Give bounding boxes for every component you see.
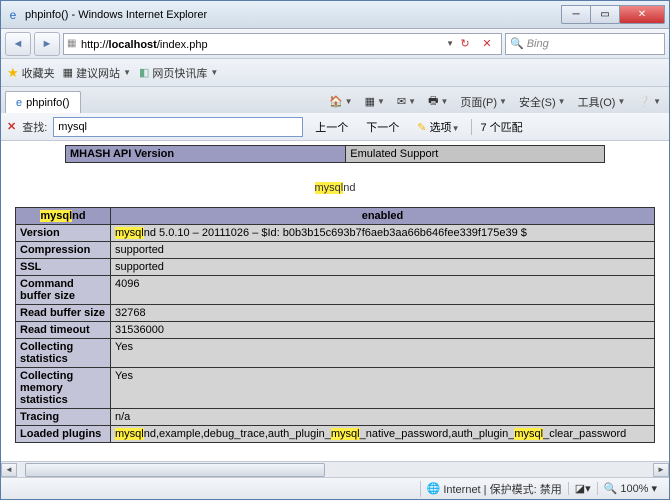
tab-label: phpinfo() [26,97,69,109]
maximize-button[interactable]: ▭ [590,5,620,24]
row-key: Read buffer size [16,305,111,322]
forward-button[interactable]: ► [34,32,60,56]
zoom-level[interactable]: 🔍 100% ▾ [597,482,663,495]
close-button[interactable]: ✕ [619,5,665,24]
row-val: 32768 [111,305,655,322]
suggested-sites[interactable]: ▦建议网站▼ [63,65,131,81]
safety-menu[interactable]: 安全(S)▼ [515,92,570,112]
row-val: supported [111,242,655,259]
protected-mode-icon[interactable]: ◪▾ [568,482,597,495]
find-matches: 7 个匹配 [471,119,522,135]
scroll-right-icon[interactable]: ► [653,463,669,477]
refresh-icon[interactable]: ↻ [454,34,476,54]
scroll-left-icon[interactable]: ◄ [1,463,17,477]
row-key: Compression [16,242,111,259]
th-right: enabled [111,208,655,225]
th-left: mysqlnd [16,208,111,225]
minimize-button[interactable]: ─ [561,5,591,24]
slice-icon: ◧ [139,66,149,79]
mhash-key: MHASH API Version [66,146,346,163]
titlebar: e phpinfo() - Windows Internet Explorer … [1,1,669,29]
tab-bar: e phpinfo() 🏠▼ ▦▼ ✉▼ 🖶▼ 页面(P)▼ 安全(S)▼ 工具… [1,87,669,113]
page-icon: ▦ [67,38,81,49]
row-key: Loaded plugins [16,426,111,443]
row-val: n/a [111,409,655,426]
row-val: Yes [111,368,655,409]
row-key: Version [16,225,111,242]
row-val: mysqlnd,example,debug_trace,auth_plugin_… [111,426,655,443]
ie-icon: e [5,7,21,23]
mhash-val: Emulated Support [346,146,605,163]
row-val: mysqlnd 5.0.10 – 20111026 – $Id: b0b3b15… [111,225,655,242]
favorites-bar: ★收藏夹 ▦建议网站▼ ◧网页快讯库▼ [1,59,669,87]
find-label: 查找: [22,119,47,135]
row-key: SSL [16,259,111,276]
status-zone: 🌐 Internet | 保护模式: 禁用 [420,481,568,497]
nav-toolbar: ◄ ► ▦ http://localhost/index.php ▼ ↻ ✕ 🔍… [1,29,669,59]
row-key: Tracing [16,409,111,426]
find-input[interactable] [53,117,303,137]
tools-menu[interactable]: 工具(O)▼ [574,92,630,112]
mhash-table: MHASH API VersionEmulated Support [65,145,605,163]
dropdown-icon[interactable]: ▼ [446,39,454,48]
content-area: MHASH API VersionEmulated Support mysqln… [1,141,669,461]
row-val: 31536000 [111,322,655,339]
row-val: supported [111,259,655,276]
section-heading: mysqlnd [15,171,655,197]
star-icon: ★ [7,65,19,81]
row-key: Read timeout [16,322,111,339]
mysqlnd-table: mysqlndenabled Versionmysqlnd 5.0.10 – 2… [15,207,655,443]
favorites-button[interactable]: ★收藏夹 [7,65,55,81]
page-menu[interactable]: 页面(P)▼ [456,92,511,112]
search-box[interactable]: 🔍 Bing [505,33,665,55]
back-button[interactable]: ◄ [5,32,31,56]
find-bar: ✕ 查找: 上一个 下一个 ✎ 选项▼ 7 个匹配 [1,113,669,141]
find-next[interactable]: 下一个 [360,117,405,137]
address-text: http://localhost/index.php [81,37,446,51]
mail-button[interactable]: ✉▼ [393,93,420,110]
find-prev[interactable]: 上一个 [309,117,354,137]
feeds-button[interactable]: ▦▼ [361,93,389,110]
row-val: 4096 [111,276,655,305]
ie-icon: e [16,97,22,109]
address-bar[interactable]: ▦ http://localhost/index.php ▼ ↻ ✕ [63,33,502,55]
row-key: Collecting statistics [16,339,111,368]
sites-icon: ▦ [63,66,73,79]
horizontal-scrollbar[interactable]: ◄ ► [1,461,669,477]
row-key: Command buffer size [16,276,111,305]
scroll-thumb[interactable] [25,463,325,477]
find-close-icon[interactable]: ✕ [7,120,16,133]
find-options[interactable]: ✎ 选项▼ [411,117,465,137]
tab-phpinfo[interactable]: e phpinfo() [5,91,81,113]
status-bar: 🌐 Internet | 保护模式: 禁用 ◪▾ 🔍 100% ▾ [1,477,669,499]
row-val: Yes [111,339,655,368]
home-button[interactable]: 🏠▼ [325,93,357,110]
window-title: phpinfo() - Windows Internet Explorer [25,9,562,21]
row-key: Collecting memory statistics [16,368,111,409]
print-button[interactable]: 🖶▼ [424,90,452,113]
search-icon: 🔍 [510,37,524,50]
stop-icon[interactable]: ✕ [476,34,498,54]
help-button[interactable]: ❔▼ [633,93,665,110]
web-slice[interactable]: ◧网页快讯库▼ [139,65,218,81]
search-placeholder: Bing [527,38,549,50]
